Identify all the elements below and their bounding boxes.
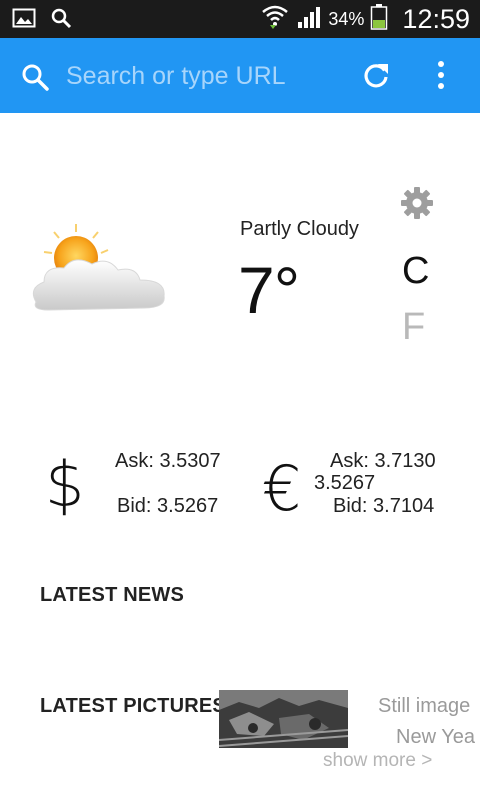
picture-caption-subtitle[interactable]: New Yea [396, 726, 475, 749]
search-icon[interactable] [20, 62, 50, 97]
dollar-icon: $ [45, 448, 85, 521]
eur-bid-rate: Bid: 3.7104 [333, 495, 435, 517]
battery-percent: 34% [328, 8, 365, 29]
weather-condition: Partly Cloudy [240, 218, 359, 240]
latest-pictures-heading: LATEST PICTURES [40, 695, 226, 717]
show-more-link[interactable]: show more > [323, 750, 432, 772]
signal-icon [296, 4, 322, 35]
usd-ask-rate: Ask: 3.5307 [115, 450, 221, 472]
eur-ask-rate: Ask: 3.7130 [330, 450, 436, 472]
search-input[interactable] [66, 60, 336, 92]
eur-mid-rate: 3.5267 [314, 472, 376, 494]
latest-news-heading: LATEST NEWS [40, 584, 185, 606]
clock: 12:59 [402, 3, 470, 34]
unit-fahrenheit-toggle[interactable]: F [402, 306, 425, 349]
browser-toolbar [0, 38, 480, 113]
usd-bid-rate: Bid: 3.5267 [117, 495, 219, 517]
temperature-value: 7° [238, 253, 300, 327]
more-vert-icon[interactable] [436, 60, 446, 95]
picture-caption-title[interactable]: Still image [378, 695, 470, 718]
refresh-icon[interactable] [362, 61, 390, 96]
partly-cloudy-icon [26, 222, 176, 322]
euro-icon: € [262, 452, 302, 525]
news-photo-thumbnail[interactable] [219, 690, 348, 748]
gallery-icon [12, 7, 36, 34]
search-icon [50, 7, 72, 34]
unit-celsius-toggle[interactable]: C [402, 250, 429, 293]
wifi-icon [260, 3, 290, 36]
battery-icon [370, 3, 388, 36]
gear-icon[interactable] [400, 186, 434, 225]
status-bar: 34% 12:59 [0, 0, 480, 38]
